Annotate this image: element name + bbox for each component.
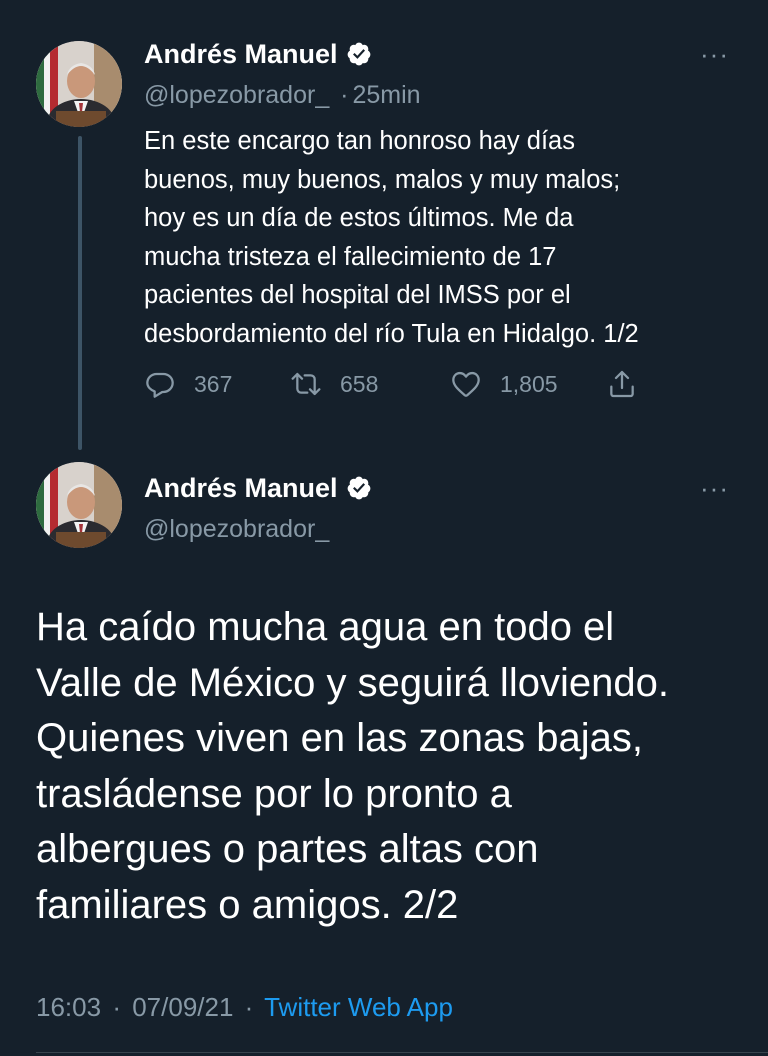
verified-badge-icon xyxy=(346,41,372,67)
share-button[interactable] xyxy=(606,368,656,400)
tweet-text-line: mucha tristeza el fallecimiento de 17 xyxy=(144,242,557,271)
meta-separator: · xyxy=(244,992,254,1022)
verified-badge-icon xyxy=(346,475,372,501)
author-name[interactable]: Andrés Manuel xyxy=(144,38,338,70)
more-options-icon[interactable]: ··· xyxy=(700,475,729,501)
more-options-icon[interactable]: ··· xyxy=(700,41,729,67)
retweet-count: 658 xyxy=(340,370,379,397)
author-handle[interactable]: @lopezobrador_ xyxy=(144,81,329,109)
heart-icon xyxy=(452,371,480,397)
avatar[interactable] xyxy=(36,462,122,548)
avatar-photo xyxy=(36,462,122,548)
tweet-text-line: hoy es un día de estos últimos. Me da xyxy=(144,204,574,233)
retweet-icon xyxy=(291,372,321,396)
tweet-text-line: En este encargo tan honroso hay días xyxy=(144,127,575,155)
meta-separator: · xyxy=(112,992,121,1022)
tweet-text-line: buenos, muy buenos, malos y muy malos; xyxy=(144,165,621,194)
divider xyxy=(36,1052,768,1053)
author-name[interactable]: Andrés Manuel xyxy=(144,472,338,504)
tweet-text: Ha caído mucha agua en todo el Valle de … xyxy=(36,600,756,933)
tweet-source-link[interactable]: Twitter Web App xyxy=(264,992,453,1022)
tweet-time[interactable]: 25min xyxy=(353,81,421,109)
author-name-row[interactable]: Andrés Manuel xyxy=(144,38,372,70)
tweet-text-line: Quienes viven en las zonas bajas, xyxy=(36,716,644,760)
tweet-meta: 16:03 · 07/09/21 · Twitter Web App xyxy=(36,990,453,1024)
handle-row: @lopezobrador_ xyxy=(144,514,329,544)
author-name-row[interactable]: Andrés Manuel xyxy=(144,472,372,504)
tweet-text-line: familiares o amigos. 2/2 xyxy=(36,882,459,927)
share-icon xyxy=(610,370,634,398)
tweet-text-line: pacientes del hospital del IMSS por el xyxy=(144,281,571,310)
avatar[interactable] xyxy=(36,41,122,127)
time-separator: · xyxy=(340,81,349,109)
tweet-text: En este encargo tan honroso hay días bue… xyxy=(144,122,754,354)
author-handle[interactable]: @lopezobrador_ xyxy=(144,515,329,543)
tweet-text-line: Ha caído mucha agua en todo el xyxy=(36,605,615,649)
handle-time-row: @lopezobrador_ · 25min xyxy=(144,80,421,110)
like-button[interactable]: 1,805 xyxy=(450,368,558,400)
tweet-text-line: desbordamiento del río Tula en Hidalgo. … xyxy=(144,319,639,348)
tweet-text-line: albergues o partes altas con xyxy=(36,827,539,871)
tweet-text-line: Valle de México y seguirá lloviendo. xyxy=(36,660,669,705)
tweet-thread: Andrés Manuel @lopezobrador_ · 25min ··· … xyxy=(0,0,768,1056)
avatar-photo xyxy=(36,41,122,127)
retweet-button[interactable]: 658 xyxy=(290,368,378,400)
tweet-time[interactable]: 16:03 xyxy=(36,992,101,1022)
reply-count: 367 xyxy=(194,370,233,397)
tweet-actions: 367 658 1,805 xyxy=(144,368,664,410)
tweet-text-line: trasládense por lo pronto a xyxy=(36,771,512,816)
reply-button[interactable]: 367 xyxy=(144,368,232,400)
thread-connector-line xyxy=(78,136,82,450)
reply-icon xyxy=(146,372,174,398)
like-count: 1,805 xyxy=(500,370,558,397)
tweet-date[interactable]: 07/09/21 xyxy=(132,992,233,1022)
